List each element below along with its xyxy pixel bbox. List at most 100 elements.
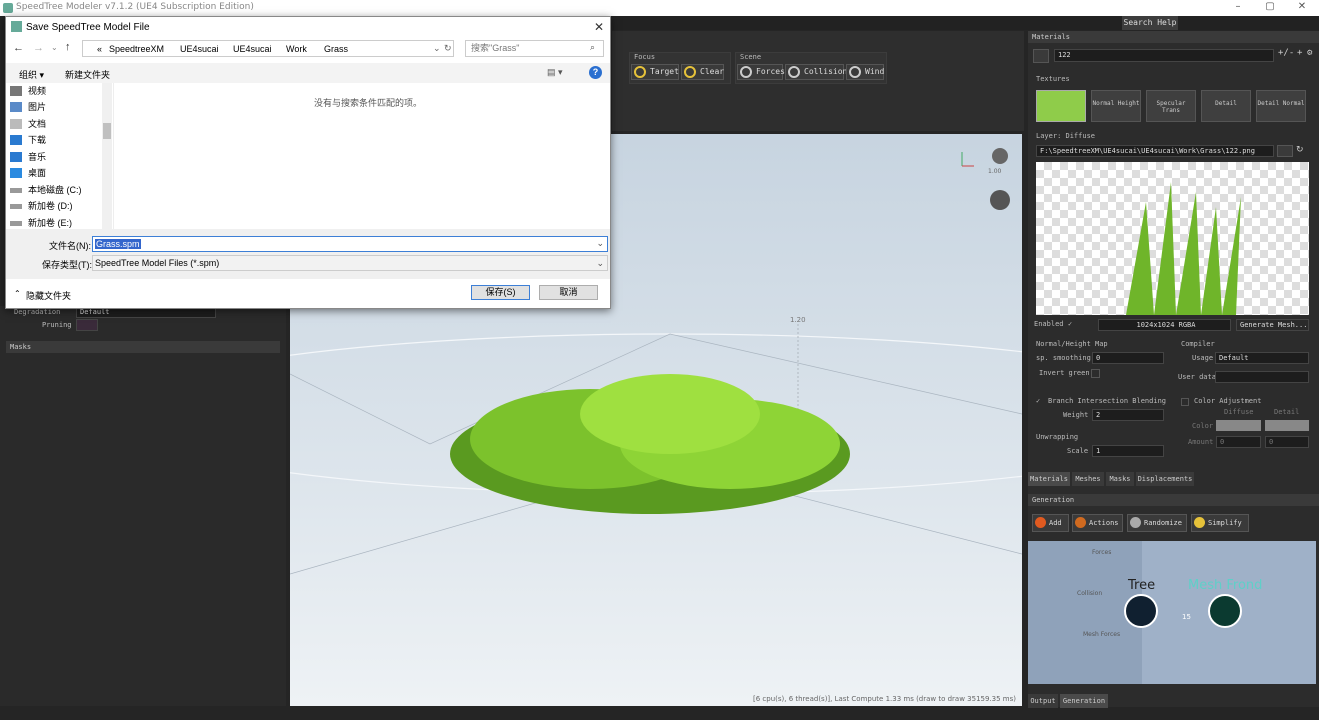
forces-button[interactable]: Forces [737,64,785,80]
filename-input[interactable]: Grass.spm ⌄ [92,236,608,252]
browse-icon[interactable] [1277,145,1293,157]
hand-icon[interactable] [1033,49,1049,63]
back-arrow-icon[interactable]: ← [13,42,24,54]
diffuse-color-swatch[interactable] [1216,420,1261,431]
texture-slot-specular[interactable]: Specular Trans [1146,90,1196,122]
breadcrumb-work[interactable]: Work [286,44,307,54]
navigation-pane: 视频 图片 文档 下载 音乐 桌面 本地磁盘 (C:) 新加卷 (D:) 新加卷… [6,83,114,229]
address-bar[interactable]: « SpeedtreeXM UE4sucai UE4sucai Work Gra… [82,40,454,57]
save-button[interactable]: 保存(S) [471,285,530,300]
wind-button[interactable]: Wind [846,64,884,80]
detail-amount-input[interactable]: 0 [1265,436,1309,448]
nav-item-drive-c[interactable]: 本地磁盘 (C:) [28,182,82,198]
texture-path[interactable]: F:\SpeedtreeXM\UE4sucai\UE4sucai\Work\Gr… [1036,145,1274,157]
color-adjust-label: Color Adjustment [1194,397,1262,405]
nav-scroll-thumb[interactable] [103,123,111,139]
address-dropdown-icon[interactable]: ⌄ [433,43,441,54]
smoothing-input[interactable]: 0 [1092,352,1164,364]
user-data-input[interactable] [1215,371,1309,383]
breadcrumb-overflow[interactable]: « [97,44,102,54]
clear-button[interactable]: Clear [681,64,724,80]
nav-item-desktop[interactable]: 桌面 [28,165,46,181]
diffuse-amount-input[interactable]: 0 [1216,436,1261,448]
tab-output[interactable]: Output [1028,694,1058,708]
breadcrumb-ue4sucai-2[interactable]: UE4sucai [233,44,272,54]
settings-icon[interactable]: ⚙ [1307,48,1312,58]
weight-input[interactable]: 2 [1092,409,1164,421]
randomize-button[interactable]: Randomize [1127,514,1187,532]
color-adjust-checkbox[interactable] [1181,398,1189,406]
enabled-checkbox[interactable]: ✓ [1068,320,1072,328]
nav-item-music[interactable]: 音乐 [28,149,46,165]
dialog-close-icon[interactable]: ✕ [594,20,604,34]
mesh-frond-node[interactable] [1208,594,1242,628]
target-button[interactable]: Target [631,64,679,80]
search-input[interactable]: 搜索"Grass" [465,40,604,57]
filetype-select[interactable]: SpeedTree Model Files (*.spm) ⌄ [92,255,608,271]
tab-displacements[interactable]: Displacements [1136,472,1194,486]
masks-label: Masks [10,343,32,351]
nav-item-pictures[interactable]: 图片 [28,99,46,115]
hide-folders-button[interactable]: 隐藏文件夹 [26,289,71,302]
refresh-icon[interactable]: ↻ [1296,145,1310,157]
filetype-dropdown-icon[interactable]: ⌄ [596,256,604,270]
documents-icon [10,119,22,129]
breadcrumb-speedtreexm[interactable]: SpeedtreeXM [109,44,164,54]
texture-slot-normal[interactable]: Normal Height [1091,90,1141,122]
diffuse-texture-thumb[interactable] [1036,90,1086,122]
tab-masks[interactable]: Masks [1106,472,1134,486]
collision-button[interactable]: Collision [785,64,847,80]
nav-item-downloads[interactable]: 下载 [28,132,46,148]
recent-dropdown-icon[interactable]: ⌄ [51,43,58,52]
texture-slot-detail-normal[interactable]: Detail Normal [1256,90,1306,122]
compiler-label: Compiler [1181,340,1215,348]
nav-item-documents[interactable]: 文档 [28,116,46,132]
detail-color-swatch[interactable] [1265,420,1309,431]
view-options-icon[interactable]: ▤ ▾ [547,67,563,78]
breadcrumb-grass[interactable]: Grass [324,44,348,54]
nav-scrollbar[interactable] [102,83,112,229]
close-icon[interactable]: ✕ [1292,1,1312,12]
help-icon[interactable]: ? [589,66,602,79]
refresh-address-icon[interactable]: ↻ [444,43,452,54]
cancel-button[interactable]: 取消 [539,285,598,300]
wind-fan-icon[interactable] [990,190,1010,210]
pruning-color[interactable] [76,319,98,331]
light-bulb-icon[interactable] [992,148,1008,164]
simplify-button[interactable]: Simplify [1191,514,1249,532]
scale-input[interactable]: 1 [1092,445,1164,457]
texture-slot-detail[interactable]: Detail [1201,90,1251,122]
breadcrumb-ue4sucai-1[interactable]: UE4sucai [180,44,219,54]
nav-item-videos[interactable]: 视频 [28,83,46,99]
organize-menu[interactable]: 组织 ▾ [19,68,44,81]
nav-item-drive-d[interactable]: 新加卷 (D:) [28,198,73,214]
generate-mesh-button[interactable]: Generate Mesh... [1236,319,1309,331]
hide-folders-icon[interactable]: ⌃ [14,289,21,298]
filename-dropdown-icon[interactable]: ⌄ [596,238,604,249]
tab-generation[interactable]: Generation [1060,694,1108,708]
branch-blending-checkbox[interactable]: ✓ [1036,397,1040,405]
new-folder-button[interactable]: 新建文件夹 [65,68,110,81]
tab-meshes[interactable]: Meshes [1072,472,1104,486]
invert-green-checkbox[interactable] [1091,369,1100,378]
add-button[interactable]: Add [1032,514,1069,532]
focus-label: Focus [634,53,656,61]
maximize-icon[interactable]: ▢ [1260,1,1280,12]
up-arrow-icon[interactable]: ↑ [65,41,71,53]
material-select[interactable]: 122 [1054,49,1274,62]
forward-arrow-icon[interactable]: → [33,42,44,54]
tab-materials[interactable]: Materials [1028,472,1070,486]
tree-node[interactable] [1124,594,1158,628]
axis-gizmo-icon[interactable] [961,152,974,167]
minimize-icon[interactable]: – [1228,1,1248,12]
materials-header: Materials [1028,31,1319,43]
search-help-menu[interactable]: Search Help [1122,16,1178,30]
add-remove-icon[interactable]: +/- [1278,48,1294,58]
add-icon[interactable]: + [1297,48,1302,58]
actions-button[interactable]: Actions [1072,514,1123,532]
generation-graph[interactable]: Forces Collision Mesh Forces Tree Mesh F… [1028,541,1316,684]
resolution-label: 1024x1024 RGBA [1098,319,1231,331]
usage-select[interactable]: Default [1215,352,1309,364]
scene-label: Scene [740,53,762,61]
edge-count-label: 15 [1182,613,1191,621]
